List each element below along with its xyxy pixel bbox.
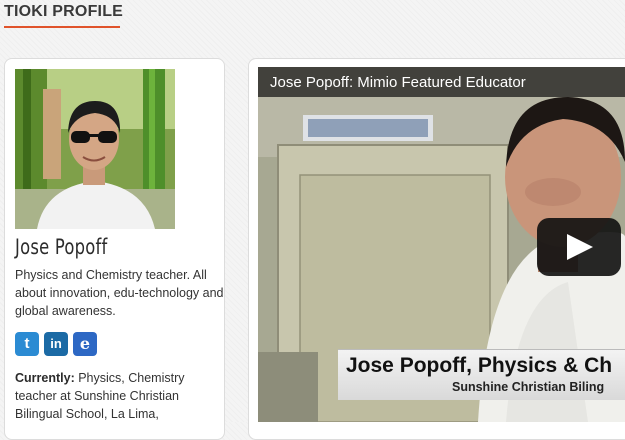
video-player[interactable]: Jose Popoff: Mimio Featured Educator Jos…: [258, 67, 625, 422]
lower-third-name: Jose Popoff, Physics & Ch: [346, 354, 613, 377]
currently-label: Currently:: [15, 371, 75, 385]
video-title-bar: Jose Popoff: Mimio Featured Educator: [258, 67, 625, 97]
lower-third-subtitle: Sunshine Christian Biling: [452, 380, 605, 394]
profile-currently: Currently: Physics, Chemistry teacher at…: [15, 369, 215, 423]
linkedin-icon[interactable]: in: [44, 332, 68, 356]
play-icon: [567, 234, 593, 260]
profile-name: Jose Popoff: [15, 235, 108, 259]
play-button[interactable]: [537, 218, 621, 276]
video-title[interactable]: Jose Popoff: Mimio Featured Educator: [270, 74, 526, 91]
profile-bio: Physics and Chemistry teacher. All about…: [15, 268, 224, 318]
section-title: TIOKI PROFILE: [4, 3, 124, 20]
profile-card: Jose Popoff Physics and Chemistry teache…: [4, 58, 225, 440]
avatar[interactable]: [15, 69, 175, 229]
section-underline: [4, 26, 120, 28]
video-lower-third: Jose Popoff, Physics & Ch Sunshine Chris…: [338, 349, 625, 400]
edmodo-icon[interactable]: e: [73, 332, 97, 356]
twitter-icon[interactable]: t: [15, 332, 39, 356]
